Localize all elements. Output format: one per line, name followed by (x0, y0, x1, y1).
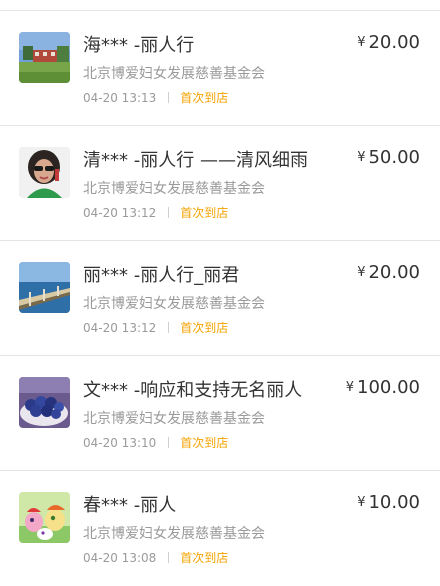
currency-symbol: ¥ (345, 380, 355, 395)
donor-name: 丽*** -丽人行_丽君 (83, 265, 240, 286)
meta-separator (168, 92, 170, 103)
amount-value: 50.00 (368, 147, 420, 168)
currency-symbol: ¥ (357, 265, 366, 280)
amount-value: 20.00 (368, 32, 420, 53)
first-visit-tag: 首次到店 (180, 206, 229, 220)
amount-value: 20.00 (368, 262, 420, 283)
amount-value: 100.00 (357, 377, 420, 398)
bridge-sea-avatar-icon (19, 262, 70, 313)
donation-list-item[interactable]: 海*** -丽人行 ¥20.00 北京博爱妇女发展慈善基金会 04-20 13:… (0, 11, 440, 126)
donation-time: 04-20 13:08 (83, 550, 157, 565)
donation-amount: ¥100.00 (346, 377, 420, 398)
donation-meta: 04-20 13:12 首次到店 (83, 319, 228, 336)
meta-separator (168, 322, 170, 333)
donation-amount: ¥20.00 (357, 262, 420, 283)
donation-amount: ¥20.00 (357, 32, 420, 53)
first-visit-tag: 首次到店 (180, 551, 229, 565)
meta-separator (168, 437, 170, 448)
donation-meta: 04-20 13:10 首次到店 (83, 434, 228, 451)
landscape-avatar-icon (19, 32, 70, 83)
meta-separator (168, 207, 170, 218)
donation-time: 04-20 13:13 (83, 90, 157, 105)
donation-list-item[interactable]: 清*** -丽人行 ——清风细雨 ¥50.00 北京博爱妇女发展慈善基金会 04… (0, 126, 440, 241)
currency-symbol: ¥ (357, 495, 366, 510)
currency-symbol: ¥ (357, 35, 366, 50)
donor-name: 文*** -响应和支持无名丽人 (83, 380, 303, 401)
first-visit-tag: 首次到店 (180, 321, 229, 335)
donation-amount: ¥10.00 (357, 492, 420, 513)
donation-time: 04-20 13:12 (83, 205, 157, 220)
donation-meta: 04-20 13:12 首次到店 (83, 204, 228, 221)
organization-name: 北京博爱妇女发展慈善基金会 (83, 411, 265, 427)
currency-symbol: ¥ (357, 150, 366, 165)
donor-name: 春*** -丽人 (83, 495, 177, 516)
donation-time: 04-20 13:10 (83, 435, 157, 450)
portrait-avatar-icon (19, 147, 70, 198)
meta-separator (168, 552, 170, 563)
donor-name: 清*** -丽人行 ——清风细雨 (83, 150, 308, 171)
amount-value: 10.00 (368, 492, 420, 513)
first-visit-tag: 首次到店 (180, 91, 229, 105)
donation-amount: ¥50.00 (357, 147, 420, 168)
organization-name: 北京博爱妇女发展慈善基金会 (83, 66, 265, 82)
donation-list-item[interactable]: 文*** -响应和支持无名丽人 ¥100.00 北京博爱妇女发展慈善基金会 04… (0, 356, 440, 471)
first-visit-tag: 首次到店 (180, 436, 229, 450)
donation-time: 04-20 13:12 (83, 320, 157, 335)
donation-meta: 04-20 13:08 首次到店 (83, 549, 228, 566)
donation-list-item[interactable]: 春*** -丽人 ¥10.00 北京博爱妇女发展慈善基金会 04-20 13:0… (0, 471, 440, 586)
organization-name: 北京博爱妇女发展慈善基金会 (83, 526, 265, 542)
organization-name: 北京博爱妇女发展慈善基金会 (83, 296, 265, 312)
donor-name: 海*** -丽人行 (83, 35, 195, 56)
donation-list-item[interactable]: 丽*** -丽人行_丽君 ¥20.00 北京博爱妇女发展慈善基金会 04-20 … (0, 241, 440, 356)
organization-name: 北京博爱妇女发展慈善基金会 (83, 181, 265, 197)
blueberries-avatar-icon (19, 377, 70, 428)
cartoon-pony-avatar-icon (19, 492, 70, 543)
donation-meta: 04-20 13:13 首次到店 (83, 89, 228, 106)
